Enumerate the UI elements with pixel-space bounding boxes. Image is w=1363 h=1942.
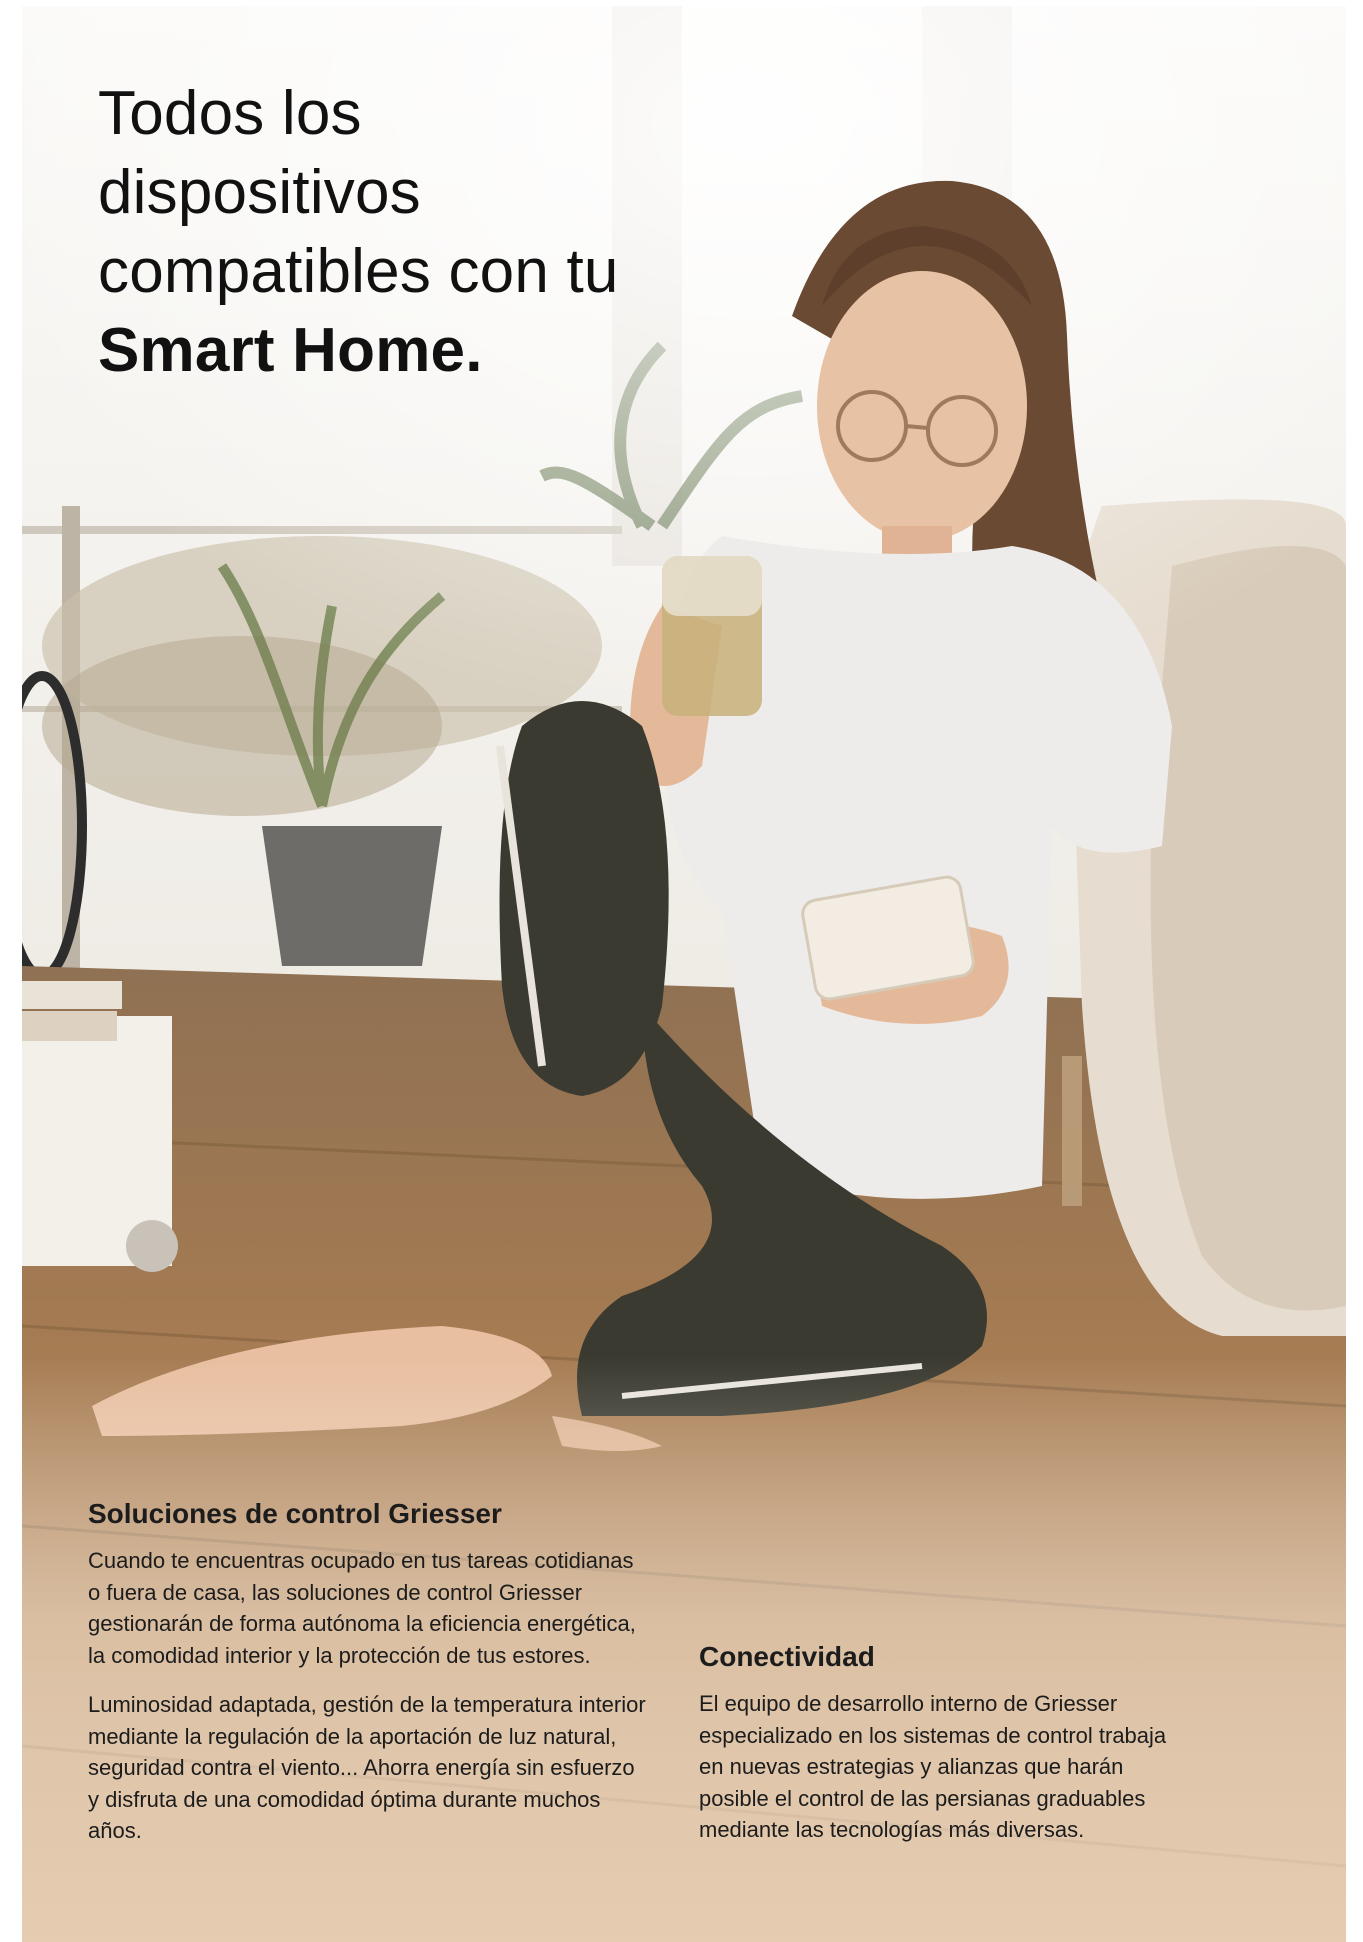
headline-bold-line: Smart Home. <box>98 316 483 385</box>
connectivity-heading: Conectividad <box>699 1641 875 1672</box>
headline-line-1: Todos los <box>98 79 362 148</box>
connectivity-paragraph-1: El equipo de desarrollo interno de Gries… <box>699 1691 1167 1842</box>
control-solutions-paragraph-1: Cuando te encuentras ocupado en tus tare… <box>88 1548 636 1668</box>
headline-line-2: dispositivos <box>98 158 421 227</box>
control-solutions-heading: Soluciones de control Griesser <box>88 1498 502 1529</box>
brochure-page: Todos los dispositivos compatibles con t… <box>0 0 1363 1942</box>
control-solutions-paragraph-2: Luminosidad adaptada, gestión de la temp… <box>88 1692 646 1843</box>
page-headline: Todos los dispositivos compatibles con t… <box>98 74 738 390</box>
headline-line-3: compatibles con tu <box>98 237 619 306</box>
connectivity-section: Conectividad El equipo de desarrollo int… <box>699 1640 1179 1864</box>
control-solutions-section: Soluciones de control Griesser Cuando te… <box>88 1497 648 1865</box>
